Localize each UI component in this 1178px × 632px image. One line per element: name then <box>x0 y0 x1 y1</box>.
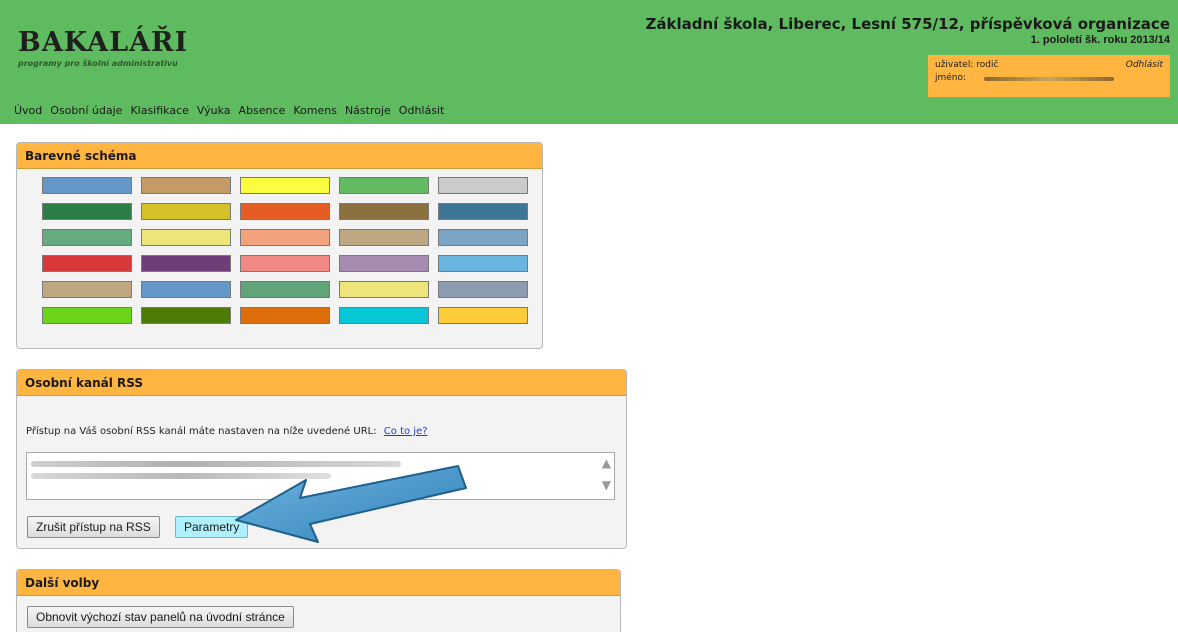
help-link[interactable]: Co to je? <box>384 426 428 437</box>
nav-item-nastroje[interactable]: Nástroje <box>345 104 391 117</box>
color-swatch[interactable] <box>339 203 429 220</box>
name-label: jméno: <box>935 73 967 83</box>
color-swatch[interactable] <box>339 307 429 324</box>
color-swatch[interactable] <box>240 281 330 298</box>
nav-item-komens[interactable]: Komens <box>293 104 337 117</box>
color-swatch[interactable] <box>42 307 132 324</box>
school-term: 1. pololetí šk. roku 2013/14 <box>1030 34 1170 46</box>
panel-title: Osobní kanál RSS <box>17 370 626 396</box>
color-swatch[interactable] <box>438 307 528 324</box>
color-swatch[interactable] <box>42 281 132 298</box>
cancel-rss-button[interactable]: Zrušit přístup na RSS <box>27 516 160 538</box>
logo-subtitle: programy pro školní administrativu <box>18 59 178 68</box>
nav-item-uvod[interactable]: Úvod <box>14 104 42 117</box>
nav-item-absence[interactable]: Absence <box>239 104 286 117</box>
logo[interactable]: BAKALÁŘI programy pro školní administrat… <box>18 27 189 69</box>
panel-title: Další volby <box>17 570 620 596</box>
redacted-name <box>984 76 1115 81</box>
color-swatch[interactable] <box>42 177 132 194</box>
user-label: uživatel: rodič <box>935 60 999 70</box>
color-swatch[interactable] <box>141 229 231 246</box>
color-swatch[interactable] <box>339 229 429 246</box>
scroll-up-icon[interactable]: ▲ <box>602 457 611 469</box>
color-swatch[interactable] <box>339 255 429 272</box>
color-swatch[interactable] <box>240 177 330 194</box>
color-swatch[interactable] <box>438 177 528 194</box>
redacted-url <box>31 473 331 479</box>
header-logout-link[interactable]: Odhlásit <box>1126 59 1163 72</box>
rss-url-field[interactable]: ▲ ▼ <box>26 452 615 500</box>
color-swatch[interactable] <box>438 281 528 298</box>
rss-panel: Osobní kanál RSS Přístup na Váš osobní R… <box>16 369 627 549</box>
nav-item-vyuka[interactable]: Výuka <box>197 104 231 117</box>
more-options-panel: Další volby Obnovit výchozí stav panelů … <box>16 569 621 632</box>
color-swatch[interactable] <box>141 307 231 324</box>
color-swatch[interactable] <box>42 255 132 272</box>
logo-title: BAKALÁŘI <box>18 27 189 58</box>
color-swatch[interactable] <box>240 255 330 272</box>
color-swatch[interactable] <box>339 177 429 194</box>
reset-panels-button[interactable]: Obnovit výchozí stav panelů na úvodní st… <box>27 606 294 628</box>
panel-title: Barevné schéma <box>17 143 542 169</box>
color-swatch-grid <box>42 177 528 324</box>
color-swatch[interactable] <box>240 229 330 246</box>
redacted-url <box>31 461 401 467</box>
main-nav: Úvod Osobní údaje Klasifikace Výuka Abse… <box>14 104 444 117</box>
nav-item-odhlasit[interactable]: Odhlásit <box>399 104 445 117</box>
rss-description-line: Přístup na Váš osobní RSS kanál máte nas… <box>26 426 428 437</box>
rss-description: Přístup na Váš osobní RSS kanál máte nas… <box>26 426 377 437</box>
nav-item-osobni-udaje[interactable]: Osobní údaje <box>50 104 122 117</box>
scroll-down-icon[interactable]: ▼ <box>602 479 611 491</box>
color-swatch[interactable] <box>141 255 231 272</box>
color-swatch[interactable] <box>42 203 132 220</box>
color-swatch[interactable] <box>42 229 132 246</box>
color-scheme-panel: Barevné schéma <box>16 142 543 349</box>
color-swatch[interactable] <box>438 255 528 272</box>
color-swatch[interactable] <box>141 203 231 220</box>
user-box: uživatel: rodič Odhlásit jméno: <box>928 55 1170 97</box>
app-header: BAKALÁŘI programy pro školní administrat… <box>0 0 1178 124</box>
school-name: Základní škola, Liberec, Lesní 575/12, p… <box>645 15 1170 33</box>
color-swatch[interactable] <box>141 281 231 298</box>
color-swatch[interactable] <box>339 281 429 298</box>
params-button[interactable]: Parametry <box>175 516 249 538</box>
color-swatch[interactable] <box>240 307 330 324</box>
color-swatch[interactable] <box>240 203 330 220</box>
color-swatch[interactable] <box>141 177 231 194</box>
color-swatch[interactable] <box>438 203 528 220</box>
school-info: Základní škola, Liberec, Lesní 575/12, p… <box>646 15 1170 47</box>
nav-item-klasifikace[interactable]: Klasifikace <box>130 104 188 117</box>
color-swatch[interactable] <box>438 229 528 246</box>
